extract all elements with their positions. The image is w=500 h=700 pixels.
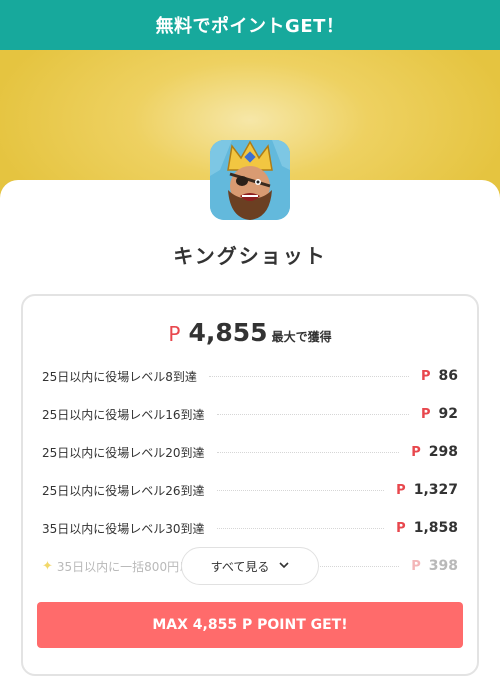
total-points: P 4,855 最大で獲得 — [0, 318, 500, 347]
task-label: 35日以内に役場レベル30到達 — [42, 521, 205, 536]
task-row: 25日以内に役場レベル16到達 P 92 — [42, 404, 458, 424]
task-label: 35日以内に一括800円以 — [56, 559, 192, 574]
point-get-button[interactable]: MAX 4,855 P POINT GET! — [37, 602, 463, 648]
dotted-leader — [216, 527, 385, 529]
task-row: 25日以内に役場レベル8到達 P 86 — [42, 366, 458, 386]
task-points: 86 — [438, 368, 458, 384]
point-symbol: P — [420, 368, 431, 384]
point-get-label: MAX 4,855 P POINT GET! — [152, 617, 348, 633]
task-label: 25日以内に役場レベル26到達 — [42, 483, 205, 498]
task-points: 92 — [438, 406, 458, 422]
point-symbol: P — [420, 406, 431, 422]
header-title: 無料でポイントGET！ — [155, 16, 345, 37]
chevron-down-icon — [279, 561, 289, 572]
total-points-value: 4,855 — [188, 318, 268, 347]
task-points: 1,858 — [413, 520, 458, 536]
task-points: 298 — [428, 444, 458, 460]
app-icon — [210, 140, 290, 220]
point-symbol: P — [411, 558, 421, 574]
dotted-leader — [216, 489, 385, 491]
sparkle-icon: ✦ — [42, 558, 53, 574]
task-row: 25日以内に役場レベル26到達 P 1,327 — [42, 480, 458, 500]
page-header: 無料でポイントGET！ — [0, 0, 500, 50]
point-symbol: P — [396, 482, 406, 498]
point-symbol: P — [411, 444, 421, 460]
see-all-label: すべて見る — [210, 559, 270, 574]
task-row: 35日以内に役場レベル30到達 P 1,858 — [42, 518, 458, 538]
dotted-leader — [216, 451, 400, 453]
point-symbol: P — [396, 520, 406, 536]
task-label: 25日以内に役場レベル8到達 — [42, 369, 197, 384]
task-label: 25日以内に役場レベル16到達 — [42, 407, 205, 422]
task-points: 1,327 — [413, 482, 458, 498]
total-points-suffix: 最大で獲得 — [271, 330, 332, 344]
see-all-button[interactable]: すべて見る — [181, 547, 319, 585]
dotted-leader — [216, 413, 409, 415]
task-label: 25日以内に役場レベル20到達 — [42, 445, 205, 460]
app-name: キングショット — [173, 244, 327, 268]
task-points: 398 — [428, 558, 458, 574]
point-symbol: P — [168, 322, 181, 346]
dotted-leader — [208, 375, 409, 377]
task-row: 25日以内に役場レベル20到達 P 298 — [42, 442, 458, 462]
